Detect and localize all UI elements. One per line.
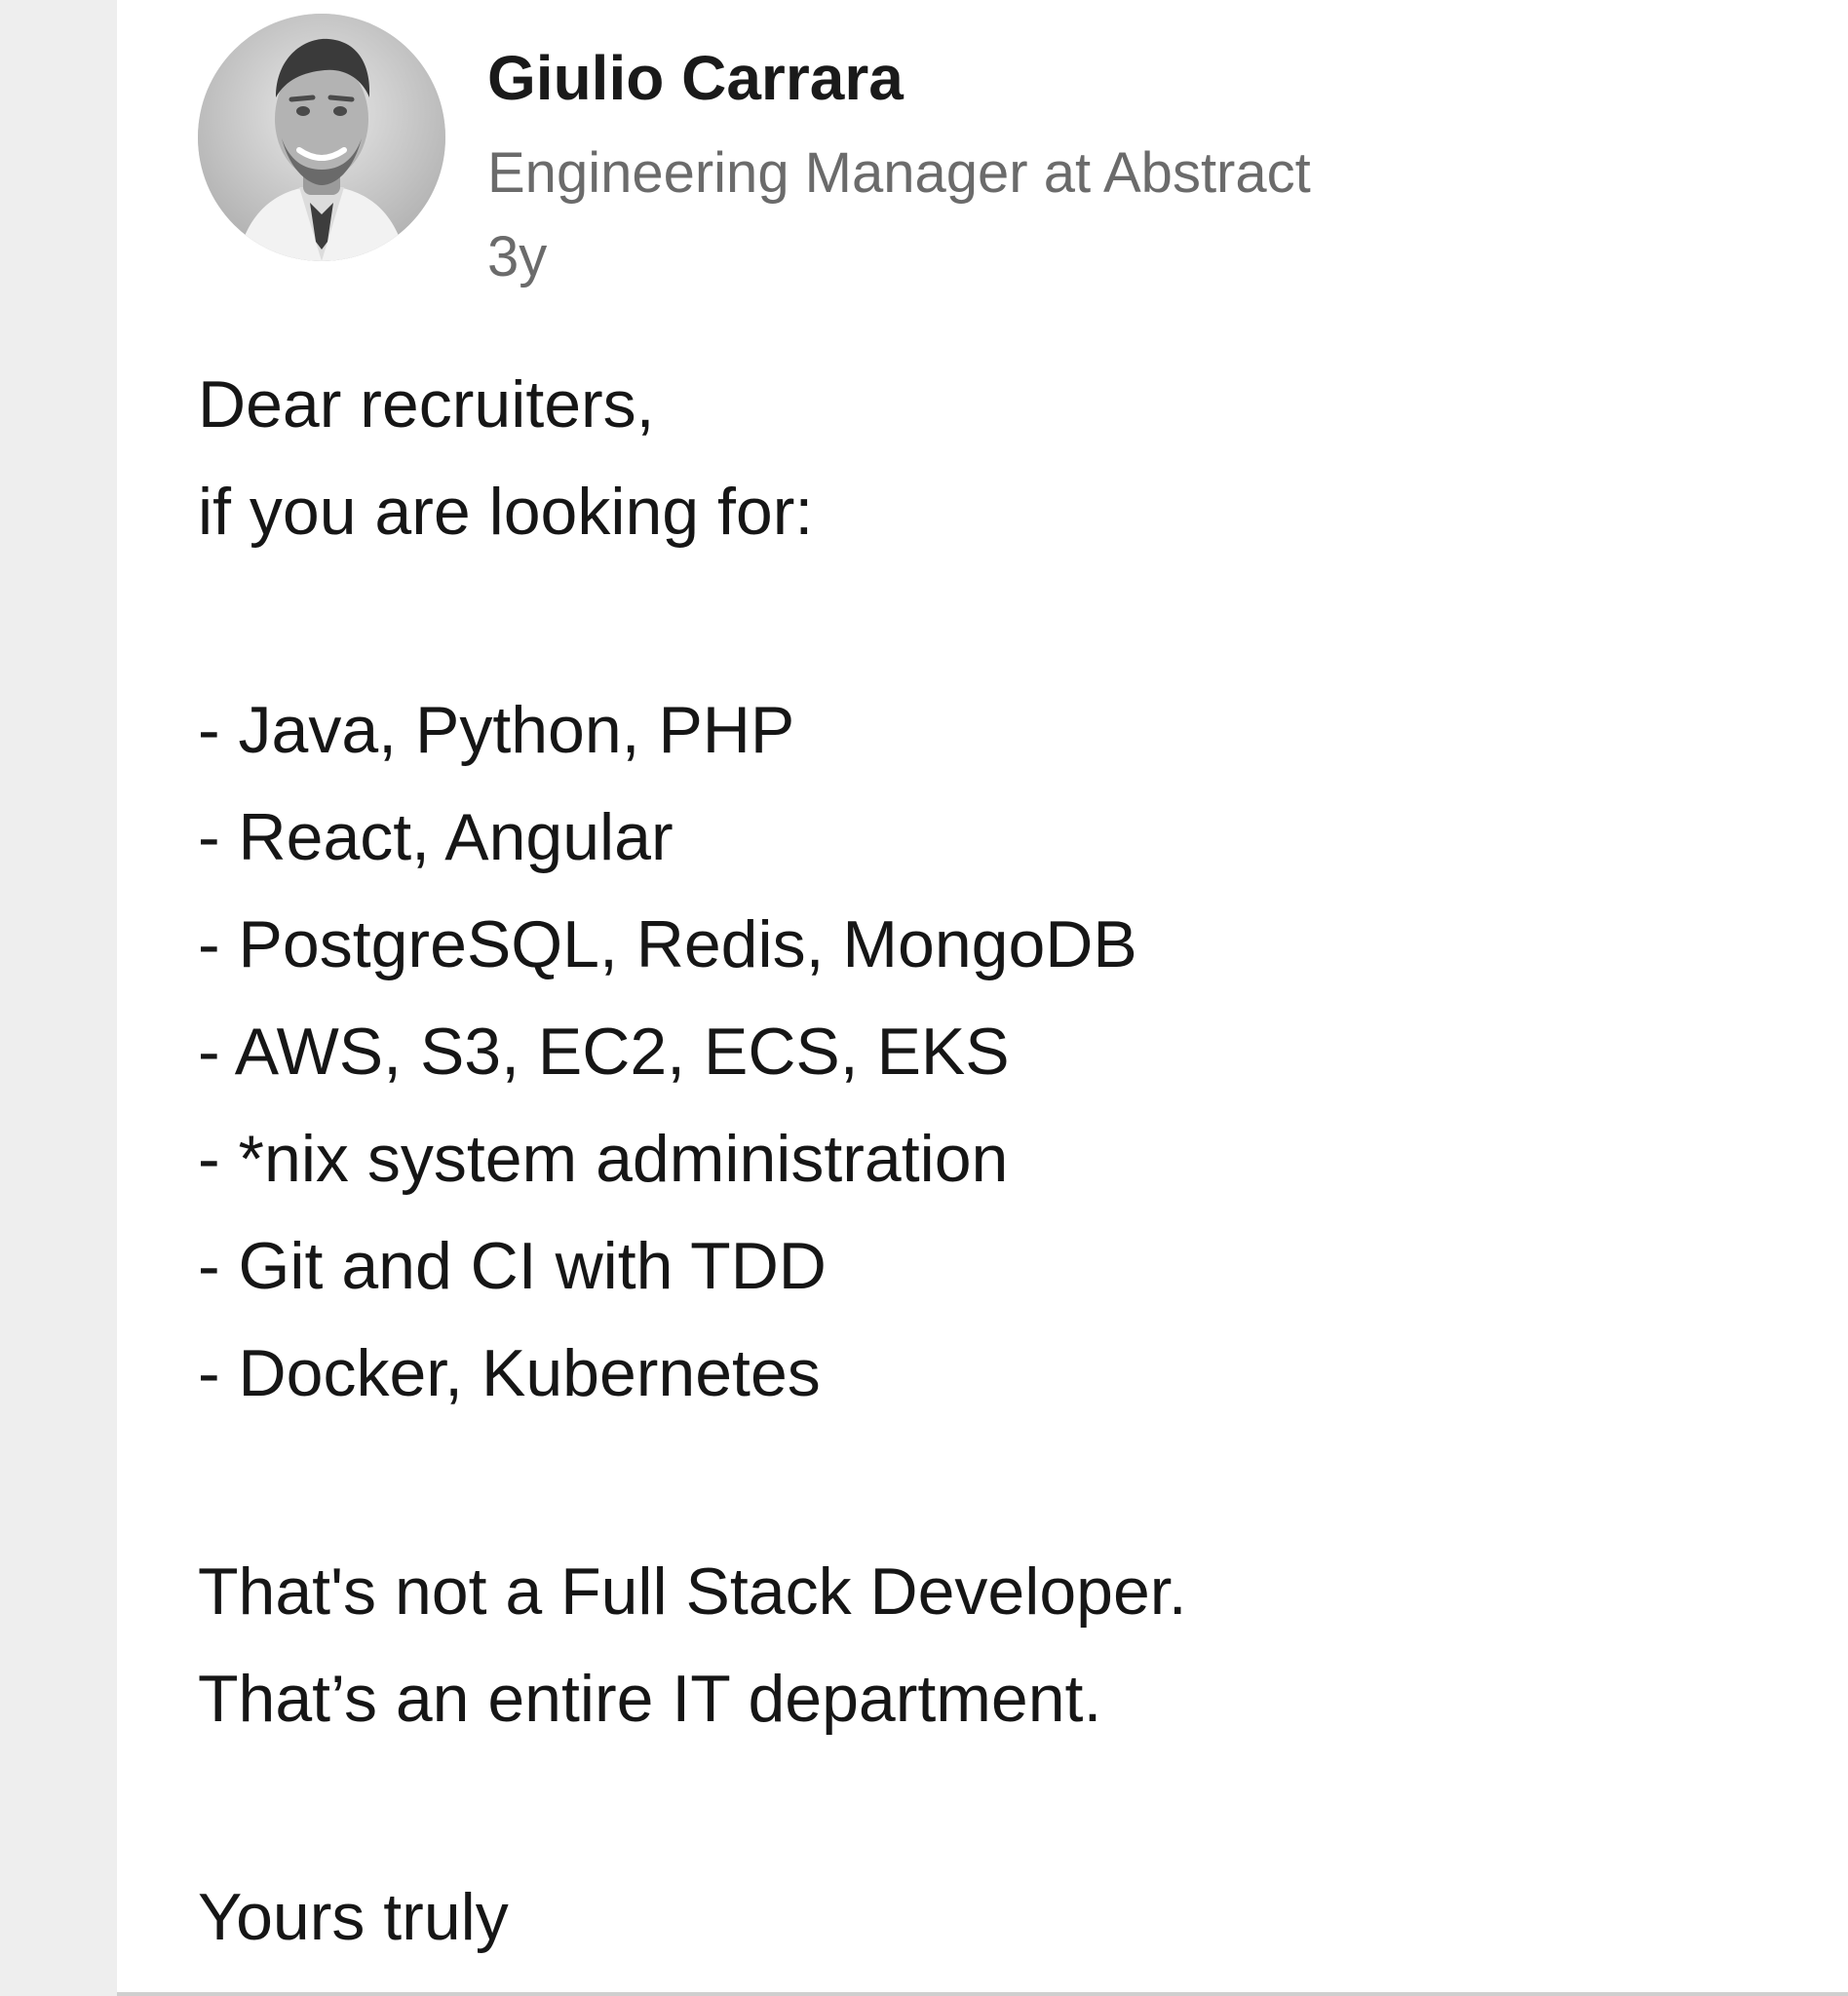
left-gutter — [0, 0, 117, 1996]
skill-list-item: - React, Angular — [198, 800, 674, 874]
greeting-line: Dear recruiters, — [198, 367, 655, 441]
profile-photo-icon — [198, 14, 445, 261]
skill-list-item: - Git and CI with TDD — [198, 1229, 827, 1303]
skill-list-item: - Java, Python, PHP — [198, 693, 795, 767]
post-body: Dear recruiters, if you are looking for:… — [198, 351, 1806, 1971]
author-headline: Engineering Manager at Abstract — [487, 141, 1311, 205]
skill-list-item: - *nix system administration — [198, 1122, 1009, 1196]
author-name[interactable]: Giulio Carrara — [487, 39, 904, 117]
intro-line: if you are looking for: — [198, 475, 814, 549]
skill-list-item: - PostgreSQL, Redis, MongoDB — [198, 907, 1137, 981]
conclusion-line: That's not a Full Stack Developer. — [198, 1555, 1187, 1629]
bottom-divider — [117, 1992, 1848, 1996]
skill-list-item: - AWS, S3, EC2, ECS, EKS — [198, 1015, 1010, 1089]
conclusion-line: That’s an entire IT department. — [198, 1662, 1102, 1736]
skill-list-item: - Docker, Kubernetes — [198, 1336, 821, 1410]
signoff-line: Yours truly — [198, 1880, 509, 1954]
author-avatar[interactable] — [198, 14, 445, 261]
post-timestamp: 3y — [487, 225, 548, 288]
